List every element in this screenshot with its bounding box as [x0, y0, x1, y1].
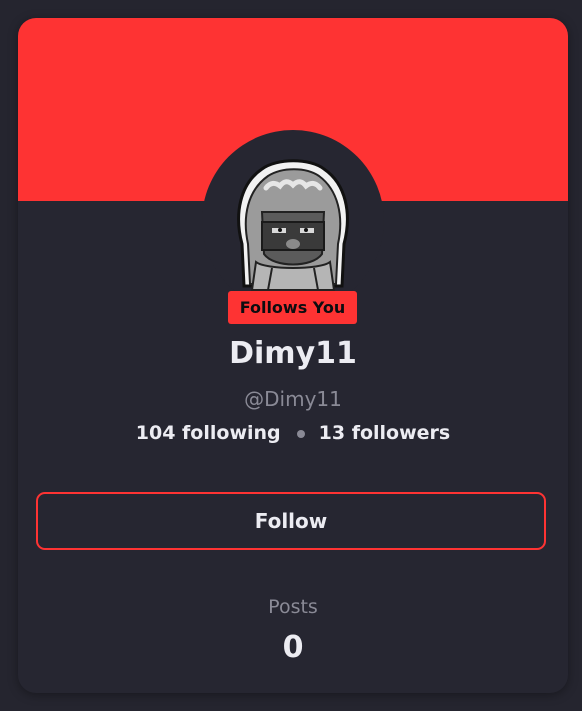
follows-you-badge: Follows You	[228, 291, 357, 324]
followers-count-link[interactable]: 13 followers	[319, 422, 451, 444]
avatar[interactable]	[222, 144, 364, 294]
follow-stats: 104 following 13 followers	[18, 422, 568, 444]
posts-label: Posts	[268, 596, 318, 618]
separator-dot	[296, 429, 305, 438]
follow-button[interactable]: Follow	[36, 492, 546, 550]
profile-card: Follows You Dimy11 @Dimy11 104 following…	[18, 18, 568, 693]
posts-count: 0	[282, 630, 304, 665]
following-count-link[interactable]: 104 following	[136, 422, 281, 444]
profile-display-name: Dimy11	[229, 336, 357, 371]
profile-handle: @Dimy11	[244, 387, 342, 411]
